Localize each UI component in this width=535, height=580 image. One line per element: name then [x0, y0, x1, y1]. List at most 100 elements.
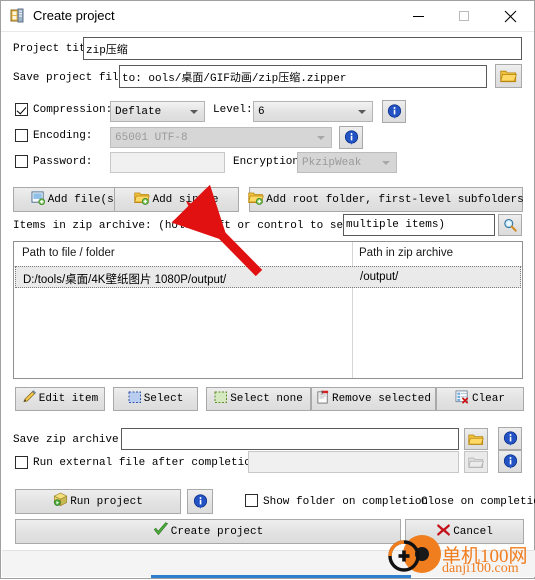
run-external-checkbox[interactable]: [15, 456, 28, 469]
encoding-checkbox[interactable]: [15, 129, 28, 142]
show-folder-checkbox[interactable]: [245, 494, 258, 507]
row-path-to-file: D:/tools/桌面/4K壁纸图片 1080P/output/: [23, 274, 227, 286]
info-icon: [344, 130, 358, 145]
pencil-icon: [22, 390, 37, 408]
save-project-file-input[interactable]: [119, 65, 487, 88]
compression-info-button[interactable]: [382, 100, 406, 123]
compression-select[interactable]: Deflate: [110, 101, 205, 122]
add-single-label: Add single: [152, 193, 219, 206]
chevron-down-icon: [382, 160, 390, 165]
column-divider: [352, 242, 353, 378]
minimize-icon: [413, 15, 424, 17]
encoding-label: Encoding:: [33, 130, 93, 142]
run-project-button[interactable]: Run project: [15, 489, 181, 514]
save-zip-archive-input[interactable]: [121, 428, 459, 450]
encoding-info-button[interactable]: [339, 126, 363, 149]
password-label: Password:: [33, 156, 93, 168]
minimize-button[interactable]: [396, 1, 441, 31]
check-icon: [153, 522, 169, 541]
select-none-icon: [214, 391, 228, 408]
create-project-label: Create project: [170, 525, 264, 538]
info-icon: [503, 431, 517, 446]
project-title-input[interactable]: [83, 37, 522, 60]
maximize-button[interactable]: [441, 1, 486, 31]
remove-selected-button[interactable]: Remove selected: [311, 387, 436, 411]
run-external-info-button[interactable]: [498, 450, 522, 473]
add-root-folder-button[interactable]: Add root folder, first-level subfolders: [248, 187, 524, 212]
folder-open-icon: [468, 434, 484, 445]
info-icon: [503, 454, 517, 469]
compression-value: Deflate: [115, 106, 162, 118]
save-project-browse-button[interactable]: [495, 64, 522, 88]
save-zip-info-button[interactable]: [498, 427, 522, 450]
add-folder-icon: [134, 191, 151, 209]
create-project-window: Create project Project title: Save proje…: [0, 0, 535, 579]
window-title: Create project: [33, 8, 115, 23]
encryption-value: PkzipWeak: [302, 157, 362, 169]
cancel-label: Cancel: [453, 525, 493, 538]
compression-checkbox[interactable]: [15, 103, 28, 116]
level-label: Level:: [213, 104, 253, 116]
select-none-label: Select none: [230, 393, 303, 405]
select-button[interactable]: Select: [113, 387, 198, 411]
chevron-down-icon: [358, 109, 366, 114]
items-list[interactable]: Path to file / folder Path in zip archiv…: [13, 241, 523, 379]
clear-button[interactable]: Clear: [436, 387, 524, 411]
save-zip-browse-button[interactable]: [464, 428, 488, 450]
password-checkbox[interactable]: [15, 155, 28, 168]
run-external-input[interactable]: [248, 451, 459, 473]
app-window-icon: [10, 8, 26, 24]
clear-label: Clear: [471, 393, 505, 405]
items-list-header: Path to file / folder Path in zip archiv…: [14, 242, 522, 267]
column-header-path-in-zip: Path in zip archive: [359, 247, 453, 259]
chevron-down-icon: [190, 109, 198, 114]
items-filter-input[interactable]: [343, 214, 495, 236]
compression-label: Compression:: [33, 104, 113, 116]
row-path-in-zip: /output/: [360, 271, 399, 283]
items-search-button[interactable]: [498, 214, 522, 236]
remove-selected-label: Remove selected: [331, 393, 432, 405]
title-bar: Create project: [1, 1, 534, 32]
edit-item-label: Edit item: [38, 393, 99, 405]
chevron-down-icon: [317, 135, 325, 140]
close-on-completion-label: Close on completion: [421, 496, 535, 508]
search-icon: [504, 218, 517, 232]
run-external-browse-button[interactable]: [464, 451, 488, 473]
folder-open-icon: [500, 70, 517, 83]
encryption-label: Encryption:: [233, 156, 306, 168]
edit-item-button[interactable]: Edit item: [15, 387, 105, 411]
taskbar-strip: [151, 575, 411, 578]
run-project-label: Run project: [70, 495, 143, 508]
encryption-select[interactable]: PkzipWeak: [297, 152, 397, 173]
encoding-select[interactable]: 65001 UTF-8: [110, 127, 332, 148]
run-external-label: Run external file after completion:: [33, 457, 265, 469]
folder-open-disabled-icon: [468, 457, 484, 468]
table-row[interactable]: D:/tools/桌面/4K壁纸图片 1080P/output/ /output…: [15, 266, 521, 288]
add-root-folder-icon: [248, 191, 265, 209]
package-run-icon: [53, 492, 68, 511]
remove-icon: [316, 390, 330, 408]
add-file-icon: [31, 190, 46, 209]
clear-icon: [455, 390, 470, 408]
x-icon: [436, 523, 451, 541]
column-header-path-to-file: Path to file / folder: [22, 247, 115, 259]
password-input[interactable]: [110, 152, 225, 173]
add-root-folder-label: Add root folder, first-level subfolders: [266, 193, 524, 206]
maximize-icon: [458, 11, 469, 21]
info-icon: [387, 104, 401, 119]
level-select[interactable]: 6: [253, 101, 373, 122]
level-value: 6: [258, 106, 265, 118]
encoding-value: 65001 UTF-8: [115, 132, 188, 144]
select-label: Select: [143, 393, 184, 405]
add-files-label: Add file(s): [47, 193, 121, 206]
create-project-button[interactable]: Create project: [15, 519, 401, 544]
select-all-icon: [128, 391, 142, 408]
info-icon: [193, 494, 207, 509]
close-icon: [504, 10, 516, 22]
show-folder-label: Show folder on completion: [263, 496, 429, 508]
add-single-button[interactable]: Add single: [114, 187, 239, 212]
watermark-line2: danji100.com: [442, 561, 519, 576]
run-project-info-button[interactable]: [187, 489, 213, 514]
select-none-button[interactable]: Select none: [206, 387, 311, 411]
close-button[interactable]: [486, 1, 534, 31]
